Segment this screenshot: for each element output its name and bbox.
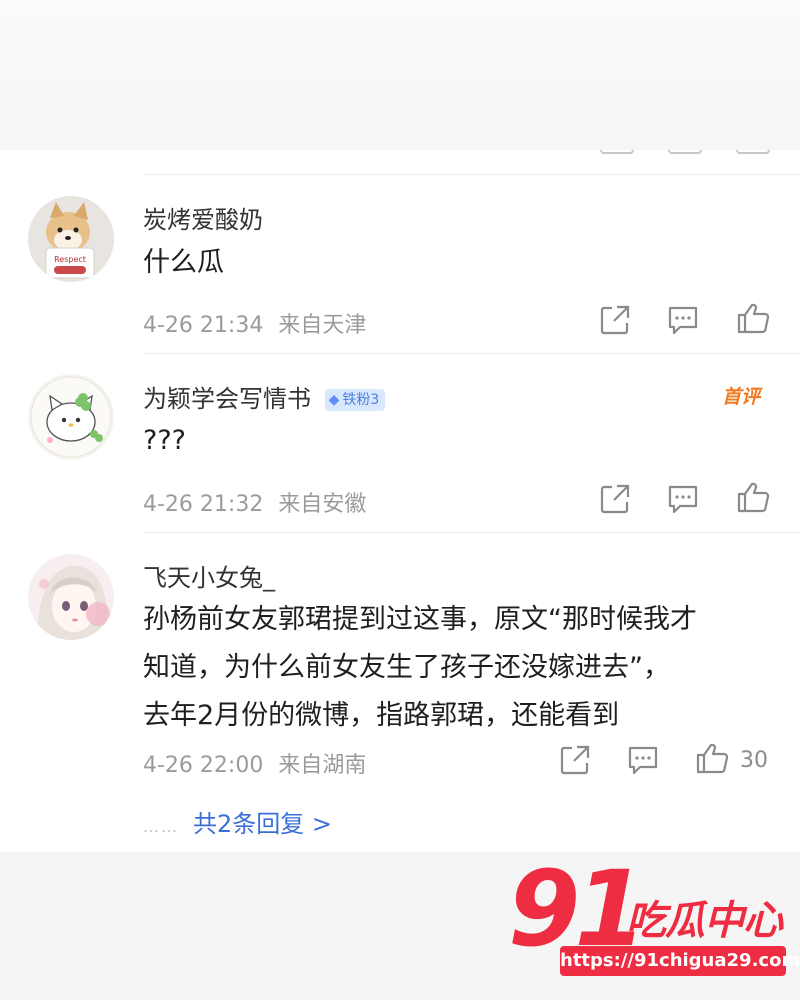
fan-badge[interactable]: ◆ 铁粉3 bbox=[324, 389, 386, 411]
comment-icon[interactable] bbox=[666, 303, 700, 337]
comment-text-line: 知道，为什么前女友生了孩子还没嫁进去”， bbox=[143, 652, 670, 683]
anime-girl-avatar[interactable] bbox=[28, 554, 114, 640]
view-replies-link[interactable]: …… 共2条回复 > bbox=[143, 804, 332, 839]
replies-label: 共2条回复 > bbox=[193, 810, 333, 838]
watermark-url: https://91chigua29.com bbox=[560, 946, 800, 976]
divider bbox=[143, 174, 800, 175]
comment-location: 来自天津 bbox=[278, 313, 367, 338]
comment-location: 来自湖南 bbox=[278, 753, 367, 778]
comment-text-line: 去年2月份的微博，指路郭珺，还能看到 bbox=[143, 700, 620, 731]
like-icon[interactable] bbox=[736, 480, 770, 514]
svg-text:Respect: Respect bbox=[54, 255, 86, 264]
comment-meta: 4-26 21:32 来自安徽 bbox=[143, 486, 366, 518]
share-icon[interactable] bbox=[558, 743, 592, 777]
share-icon[interactable] bbox=[598, 482, 632, 516]
comment-text: 什么瓜 bbox=[143, 247, 224, 278]
like-icon[interactable] bbox=[736, 301, 770, 335]
comment-icon[interactable] bbox=[626, 743, 660, 777]
fan-badge-label: 铁粉3 bbox=[342, 392, 380, 408]
comment-date: 4-26 22:00 bbox=[143, 753, 264, 778]
comment-text: ??? bbox=[143, 425, 186, 456]
watermark-name: 吃瓜中心 bbox=[626, 898, 783, 944]
comment-date: 4-26 21:32 bbox=[143, 492, 264, 517]
comment-date: 4-26 21:34 bbox=[143, 313, 264, 338]
diamond-icon: ◆ bbox=[328, 392, 340, 408]
divider bbox=[143, 353, 800, 354]
comment-author[interactable]: 炭烤爱酸奶 bbox=[143, 200, 263, 235]
share-icon[interactable] bbox=[598, 303, 632, 337]
like-count: 30 bbox=[740, 748, 768, 773]
comment-author[interactable]: 飞天小女兔_ bbox=[143, 558, 275, 593]
cut-off-comment-footer bbox=[0, 150, 800, 158]
comment-list: Respect 炭烤爱酸奶 什么瓜 4-26 21:34 来自天津 为颖学会写情… bbox=[0, 150, 800, 852]
like-icon[interactable] bbox=[736, 150, 770, 154]
comment-meta: 4-26 22:00 来自湖南 bbox=[143, 747, 366, 779]
comment-location: 来自安徽 bbox=[278, 492, 367, 517]
comment-text: 孙杨前女友郭珺提到过这事，原文“那时候我才 知道，为什么前女友生了孩子还没嫁进去… bbox=[143, 596, 783, 740]
first-comment-tag: 首评 bbox=[721, 386, 760, 408]
comment-text-line: 孙杨前女友郭珺提到过这事，原文“那时候我才 bbox=[143, 604, 697, 635]
comment-meta: 4-26 21:34 来自天津 bbox=[143, 307, 366, 339]
comment-author[interactable]: 为颖学会写情书 bbox=[143, 385, 311, 413]
shiba-dog-avatar[interactable]: Respect bbox=[28, 196, 114, 282]
site-watermark: 91 吃瓜中心 https://91chigua29.com bbox=[508, 854, 800, 986]
comment-icon[interactable] bbox=[668, 150, 702, 154]
comment-icon[interactable] bbox=[666, 482, 700, 516]
divider bbox=[143, 532, 800, 533]
hello-kitty-avatar[interactable] bbox=[28, 374, 114, 460]
top-blurred-area bbox=[0, 0, 800, 150]
replies-dots: …… bbox=[143, 817, 179, 836]
like-icon[interactable] bbox=[695, 741, 729, 775]
comment-author-row: 为颖学会写情书 ◆ 铁粉3 bbox=[143, 379, 386, 414]
share-icon[interactable] bbox=[600, 150, 634, 154]
